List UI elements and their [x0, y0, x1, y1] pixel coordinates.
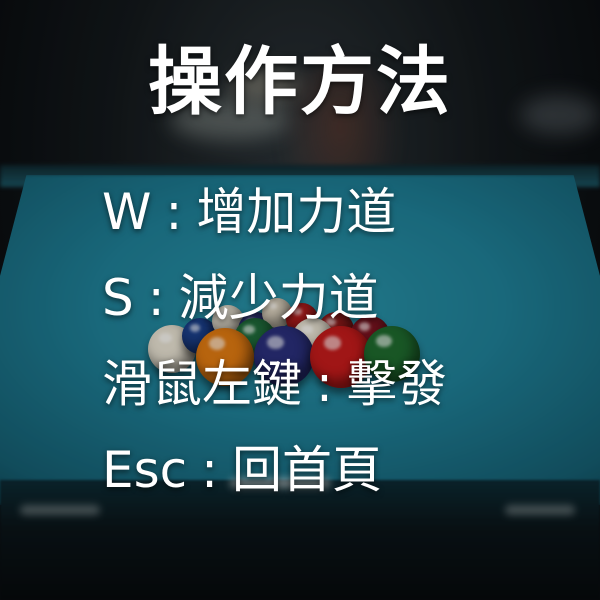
control-row-mouse: 滑鼠左鍵: 擊發 — [102, 344, 447, 416]
control-key: S — [102, 269, 134, 327]
control-row-s: S: 減少力道 — [102, 258, 379, 330]
control-action: 回首頁 — [232, 441, 382, 499]
control-action: 擊發 — [346, 355, 447, 413]
control-separator: : — [147, 269, 165, 327]
control-row-w: W: 增加力道 — [102, 172, 396, 244]
control-key: Esc — [102, 441, 188, 499]
control-key: W — [102, 183, 152, 241]
page-title: 操作方法 — [148, 39, 452, 125]
control-key: 滑鼠左鍵 — [102, 355, 302, 413]
control-separator: : — [201, 441, 218, 499]
control-row-esc: Esc: 回首頁 — [102, 430, 382, 502]
control-separator: : — [165, 183, 183, 241]
control-separator: : — [316, 355, 333, 413]
control-action: 增加力道 — [196, 183, 397, 241]
control-action: 減少力道 — [178, 269, 379, 327]
instructions-panel: 操作方法 W: 增加力道 S: 減少力道 滑鼠左鍵: 擊發 Esc: 回首頁 — [0, 0, 600, 600]
